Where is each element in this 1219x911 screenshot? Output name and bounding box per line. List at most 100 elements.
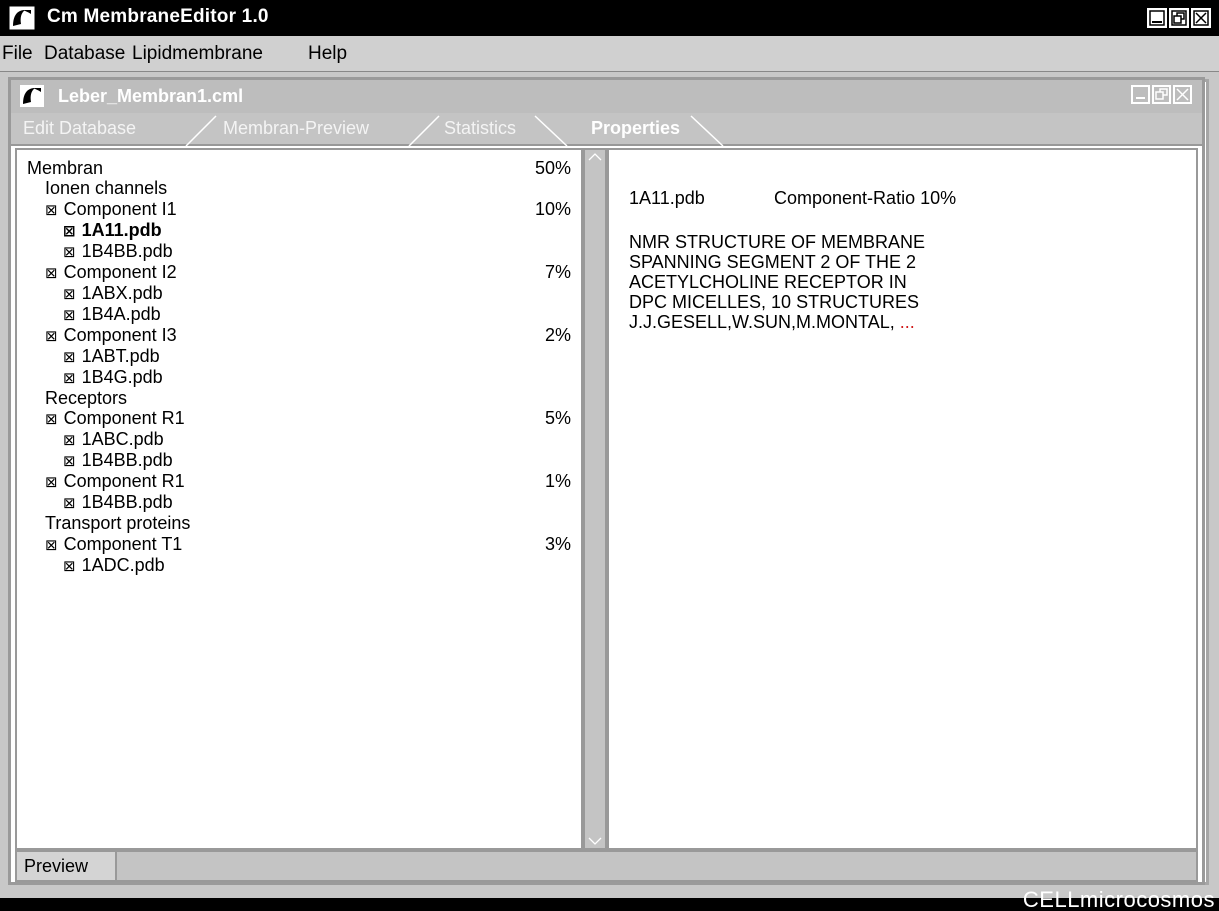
checked-box-icon[interactable]: ⊠ [45, 327, 58, 345]
tree-item[interactable]: ⊠ Component R1 [45, 471, 185, 492]
tree-item-percent: 2% [544, 325, 571, 345]
tree-item-label: 1ADC.pdb [81, 555, 165, 575]
tab-bar: Edit Database Membran-Preview Statistics… [11, 113, 1202, 146]
scroll-up-icon[interactable] [585, 150, 605, 164]
tree-item-label: 1A11.pdb [81, 220, 162, 240]
tree-item-label: 1B4G.pdb [81, 367, 163, 387]
tab-edit-database[interactable]: Edit Database [23, 118, 136, 139]
tree-item-label: Transport proteins [45, 513, 191, 533]
description-line: NMR STRUCTURE OF MEMBRANE [629, 232, 925, 252]
tree-item-percent: 7% [544, 262, 571, 282]
document-window-controls [1131, 85, 1192, 104]
tree-item[interactable]: ⊠ Component I3 [45, 325, 177, 346]
checked-box-icon[interactable]: ⊠ [45, 201, 58, 219]
checked-box-icon[interactable]: ⊠ [63, 222, 76, 240]
scroll-down-icon[interactable] [585, 834, 605, 848]
checked-box-icon[interactable]: ⊠ [63, 243, 76, 261]
tree-item-label: Component I2 [63, 262, 177, 282]
vertical-scrollbar[interactable] [583, 148, 607, 850]
description-authors: J.J.GESELL,W.SUN,M.MONTAL, [629, 312, 895, 332]
tree-category[interactable]: Ionen channels [45, 178, 167, 198]
preview-button[interactable]: Preview [17, 852, 117, 880]
tree-item-label: 1ABC.pdb [81, 429, 164, 449]
menu-bar: File Database Lipidmembrane Help [0, 36, 1219, 72]
menu-file[interactable]: File [2, 43, 33, 65]
tree-item[interactable]: ⊠ Component I1 [45, 199, 177, 220]
checked-box-icon[interactable]: ⊠ [63, 306, 76, 324]
tree-item[interactable]: ⊠ 1ABT.pdb [63, 346, 160, 367]
checked-box-icon[interactable]: ⊠ [45, 264, 58, 282]
status-bar: Preview [15, 850, 1198, 882]
tree-root-percent: 50% [534, 158, 571, 178]
tree-item[interactable]: ⊠ 1B4BB.pdb [63, 450, 173, 471]
menu-lipidmembrane[interactable]: Lipidmembrane [132, 43, 263, 65]
checked-box-icon[interactable]: ⊠ [63, 369, 76, 387]
tree-item[interactable]: ⊠ 1ADC.pdb [63, 555, 165, 576]
checked-box-icon[interactable]: ⊠ [63, 431, 76, 449]
property-filename: 1A11.pdb [629, 188, 705, 208]
close-icon[interactable] [1191, 8, 1211, 28]
tab-properties[interactable]: Properties [591, 118, 680, 139]
tree-item-label: Component I3 [63, 325, 177, 345]
tree-item[interactable]: ⊠ 1B4BB.pdb [63, 241, 173, 262]
document-logo-icon [19, 84, 45, 113]
tab-statistics[interactable]: Statistics [444, 118, 516, 139]
description-more-link[interactable]: ... [900, 312, 915, 332]
tree-item[interactable]: ⊠ Component R1 [45, 408, 185, 429]
tree-item[interactable]: ⊠ 1ABC.pdb [63, 429, 164, 450]
tree-item-label: Component T1 [63, 534, 183, 554]
tree-root-label: Membran [27, 158, 104, 178]
tree-root[interactable]: Membran [27, 158, 103, 178]
tree-item[interactable]: ⊠ Component I2 [45, 262, 177, 283]
tree-item[interactable]: ⊠ 1B4A.pdb [63, 304, 161, 325]
tree-item[interactable]: ⊠ Component T1 [45, 534, 182, 555]
watermark-logo: CELLmicrocosmos [1022, 887, 1215, 911]
description-line: ACETYLCHOLINE RECEPTOR IN [629, 272, 907, 292]
checked-box-icon[interactable]: ⊠ [63, 557, 76, 575]
checked-box-icon[interactable]: ⊠ [63, 452, 76, 470]
restore-icon[interactable] [1169, 8, 1189, 28]
tree-item[interactable]: ⊠ 1B4BB.pdb [63, 492, 173, 513]
tree-item-percent: 10% [534, 199, 571, 219]
tree-item-percent: 5% [544, 408, 571, 428]
description-line: DPC MICELLES, 10 STRUCTURES [629, 292, 920, 312]
tree-item[interactable]: ⊠ 1A11.pdb [63, 220, 162, 241]
checked-box-icon[interactable]: ⊠ [63, 494, 76, 512]
app-title: Cm MembraneEditor 1.0 [47, 6, 269, 27]
tree-item[interactable]: ⊠ 1B4G.pdb [63, 367, 163, 388]
tree-item-label: Component R1 [63, 471, 185, 491]
app-window: Cm MembraneEditor 1.0 File Database Lipi… [0, 0, 1219, 911]
tree-item-label: 1B4BB.pdb [81, 492, 173, 512]
document-titlebar: Leber_Membran1.cml [11, 80, 1202, 113]
app-window-controls [1147, 8, 1211, 28]
menu-database[interactable]: Database [44, 43, 125, 65]
document-window: Leber_Membran1.cml Edit Database Membran… [8, 77, 1205, 885]
checked-box-icon[interactable]: ⊠ [45, 473, 58, 491]
properties-panel: 1A11.pdb Component-Ratio 10% NMR STRUCTU… [607, 148, 1198, 850]
tree-item[interactable]: ⊠ 1ABX.pdb [63, 283, 163, 304]
restore-icon[interactable] [1152, 85, 1171, 104]
tab-membran-preview[interactable]: Membran-Preview [223, 118, 369, 139]
tree-item-label: 1B4A.pdb [81, 304, 161, 324]
tree-item-label: 1ABT.pdb [81, 346, 160, 366]
app-logo-icon [9, 6, 35, 35]
tree-item-percent: 1% [544, 471, 571, 491]
app-titlebar: Cm MembraneEditor 1.0 [0, 0, 1219, 36]
tree-item-label: Component R1 [63, 408, 185, 428]
close-icon[interactable] [1173, 85, 1192, 104]
tree-item-label: Ionen channels [45, 178, 168, 198]
checked-box-icon[interactable]: ⊠ [63, 348, 76, 366]
checked-box-icon[interactable]: ⊠ [63, 285, 76, 303]
tree-item-label: Receptors [45, 388, 128, 408]
tree-item-label: 1B4BB.pdb [81, 450, 173, 470]
tree-item-label: 1B4BB.pdb [81, 241, 173, 261]
checked-box-icon[interactable]: ⊠ [45, 410, 58, 428]
minimize-icon[interactable] [1147, 8, 1167, 28]
component-tree[interactable]: Membran 50% Ionen channels ⊠ Component I1 1… [15, 148, 583, 850]
minimize-icon[interactable] [1131, 85, 1150, 104]
description-line: SPANNING SEGMENT 2 OF THE 2 [629, 252, 917, 272]
tree-category[interactable]: Receptors [45, 388, 127, 408]
menu-help[interactable]: Help [308, 43, 347, 65]
tree-category[interactable]: Transport proteins [45, 513, 190, 533]
checked-box-icon[interactable]: ⊠ [45, 536, 58, 554]
